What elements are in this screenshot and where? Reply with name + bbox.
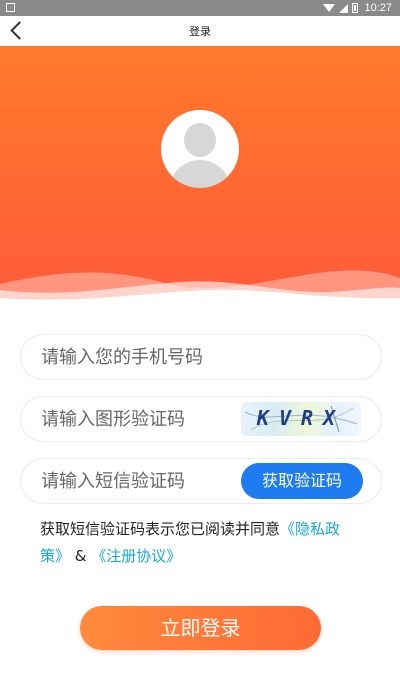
- captcha-field: KVRX: [20, 396, 382, 442]
- header-banner: [0, 46, 400, 308]
- phone-input[interactable]: [41, 335, 361, 379]
- signal-icon: [339, 3, 349, 13]
- page-title: 登录: [189, 25, 211, 38]
- status-bar: 10:27: [0, 0, 400, 16]
- sms-code-field: 获取验证码: [20, 458, 382, 504]
- status-time: 10:27: [364, 2, 392, 14]
- captcha-image[interactable]: KVRX: [241, 402, 361, 436]
- agreement-and: &: [70, 547, 92, 565]
- get-sms-code-button[interactable]: 获取验证码: [241, 463, 363, 499]
- agreement-text: 获取短信验证码表示您已阅读并同意《隐私政策》 & 《注册协议》: [40, 516, 370, 570]
- registration-agreement-link[interactable]: 《注册协议》: [91, 547, 181, 565]
- login-button[interactable]: 立即登录: [80, 606, 321, 650]
- title-bar: 登录: [0, 16, 400, 46]
- battery-icon: [352, 3, 359, 13]
- phone-field: [20, 334, 382, 380]
- captcha-input[interactable]: [41, 397, 241, 441]
- notification-icon: [6, 3, 15, 12]
- wave-decoration: [0, 270, 400, 308]
- captcha-text: KVRX: [256, 406, 346, 430]
- sms-code-input[interactable]: [41, 459, 241, 503]
- wifi-icon: [323, 4, 336, 12]
- avatar-head-icon: [184, 123, 216, 157]
- avatar-body-icon: [169, 160, 231, 188]
- avatar: [161, 110, 239, 188]
- agreement-label: 获取短信验证码表示您已阅读并同意: [40, 520, 281, 538]
- status-icons: 10:27: [323, 1, 392, 15]
